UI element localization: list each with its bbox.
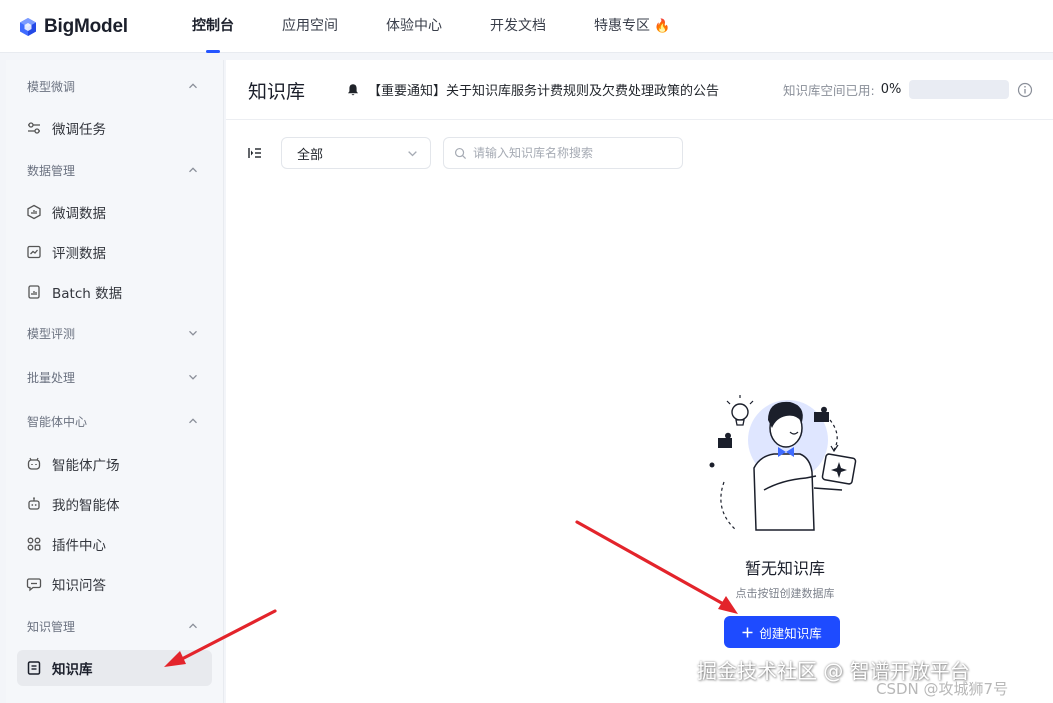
nav-special-offers-label: 特惠专区 — [594, 18, 650, 34]
storage-usage-label: 知识库空间已用: — [783, 83, 875, 98]
sidebar-section-label: 智能体中心 — [27, 414, 88, 429]
nav-console-label: 控制台 — [192, 18, 234, 34]
sidebar-section-knowledge-management[interactable]: 知识管理 — [6, 608, 224, 644]
robot-face-icon — [27, 457, 41, 470]
top-bar: BigModel 控制台 应用空间 体验中心 开发文档 特惠专区 🔥 — [0, 0, 1053, 53]
sidebar-item-finetune-data[interactable]: 微调数据 — [17, 194, 212, 230]
sliders-icon — [28, 122, 40, 134]
sidebar-item-plugin-center[interactable]: 插件中心 — [17, 526, 212, 562]
sidebar-item-batch-data[interactable]: Batch 数据 — [17, 274, 212, 310]
sidebar-item-label: 微调任务 — [52, 122, 106, 138]
robot-icon — [28, 497, 40, 510]
sidebar-section-label: 模型微调 — [27, 79, 76, 94]
bell-icon — [348, 83, 358, 95]
watermark-csdn: CSDN @攻城狮7号 — [876, 680, 1009, 698]
nav-experience-center-label: 体验中心 — [386, 18, 442, 34]
nav-special-offers[interactable]: 特惠专区 🔥 — [580, 0, 684, 53]
document-stack-icon — [28, 285, 40, 299]
nav-console[interactable]: 控制台 — [178, 0, 248, 53]
brand-name: BigModel — [44, 16, 128, 37]
sidebar-item-label: 微调数据 — [52, 206, 106, 222]
category-select-value: 全部 — [297, 147, 324, 163]
sidebar-item-knowledge-base[interactable]: 知识库 — [17, 650, 212, 686]
line-chart-icon — [27, 245, 41, 259]
nav-experience-center[interactable]: 体验中心 — [372, 0, 456, 53]
sidebar-item-eval-data[interactable]: 评测数据 — [17, 234, 212, 270]
sidebar-section-batch-processing[interactable]: 批量处理 — [6, 359, 224, 395]
chevron-up-icon — [189, 623, 197, 629]
announcement-text: 【重要通知】关于知识库服务计费规则及欠费处理政策的公告 — [368, 84, 720, 99]
main-content: 知识库 【重要通知】关于知识库服务计费规则及欠费处理政策的公告 知识库空间已用:… — [226, 60, 1053, 703]
sidebar-section-label: 批量处理 — [27, 370, 76, 385]
category-select[interactable]: 全部 — [281, 137, 431, 169]
create-knowledge-base-label: 创建知识库 — [759, 625, 822, 641]
search-box[interactable] — [443, 137, 683, 169]
sidebar-item-label: 插件中心 — [52, 538, 106, 554]
filter-toolbar: 全部 — [226, 137, 1053, 169]
chevron-down-icon — [189, 330, 197, 336]
sidebar-item-label: 知识问答 — [52, 578, 106, 594]
sidebar-item-my-agents[interactable]: 我的智能体 — [17, 486, 212, 522]
search-icon — [454, 147, 467, 159]
empty-state-subtitle: 点击按钮创建数据库 — [735, 587, 835, 600]
top-nav: 控制台 应用空间 体验中心 开发文档 特惠专区 🔥 — [178, 0, 704, 53]
fire-icon: 🔥 — [654, 19, 671, 34]
sidebar-item-agent-square[interactable]: 智能体广场 — [17, 446, 212, 482]
storage-usage-percent: 0% — [880, 82, 902, 97]
chevron-down-icon — [189, 374, 197, 380]
nav-dev-docs[interactable]: 开发文档 — [476, 0, 560, 53]
sidebar-item-finetune-tasks[interactable]: 微调任务 — [17, 110, 212, 146]
nav-app-space[interactable]: 应用空间 — [268, 0, 352, 53]
chevron-up-icon — [189, 167, 197, 173]
create-knowledge-base-button[interactable]: 创建知识库 — [724, 616, 840, 648]
sidebar-section-data-management[interactable]: 数据管理 — [6, 152, 224, 188]
sidebar-section-model-finetune[interactable]: 模型微调 — [6, 68, 224, 104]
storage-usage: 知识库空间已用: 0% — [783, 80, 1033, 99]
sidebar-section-model-eval[interactable]: 模型评测 — [6, 315, 224, 351]
page-header: 知识库 【重要通知】关于知识库服务计费规则及欠费处理政策的公告 知识库空间已用:… — [226, 60, 1053, 120]
sidebar-item-knowledge-qa[interactable]: 知识问答 — [17, 566, 212, 602]
sidebar-section-label: 数据管理 — [27, 163, 76, 178]
chevron-up-icon — [189, 83, 197, 89]
chevron-down-icon — [408, 150, 417, 156]
sidebar-item-label: Batch 数据 — [52, 286, 123, 302]
grid-plugin-icon — [27, 537, 41, 551]
sidebar-section-label: 模型评测 — [27, 326, 76, 341]
page-title: 知识库 — [248, 81, 306, 103]
sidebar: 模型微调 微调任务 数据管理 微调数据 评测数据 Batch 数据 模型评测 批… — [6, 60, 224, 703]
info-icon[interactable] — [1017, 82, 1033, 98]
chat-bubble-icon — [26, 578, 42, 592]
collapse-menu-icon[interactable] — [247, 145, 263, 161]
chevron-up-icon — [189, 418, 197, 424]
empty-state-title: 暂无知识库 — [744, 559, 825, 578]
brand-logo[interactable]: BigModel — [18, 14, 128, 40]
plus-icon — [742, 627, 753, 637]
search-input[interactable] — [473, 146, 673, 160]
book-icon — [27, 661, 41, 675]
sidebar-item-label: 智能体广场 — [52, 458, 120, 474]
sidebar-item-label: 知识库 — [52, 662, 93, 678]
nav-app-space-label: 应用空间 — [282, 18, 338, 34]
empty-state-illustration — [709, 395, 857, 531]
announcement[interactable]: 【重要通知】关于知识库服务计费规则及欠费处理政策的公告 — [346, 80, 719, 99]
sidebar-section-label: 知识管理 — [27, 619, 76, 634]
nav-dev-docs-label: 开发文档 — [490, 18, 546, 34]
sidebar-item-label: 我的智能体 — [52, 498, 120, 514]
sidebar-section-agent-center[interactable]: 智能体中心 — [6, 403, 224, 439]
bigmodel-logo-icon — [20, 18, 36, 36]
sidebar-item-label: 评测数据 — [52, 246, 106, 262]
storage-usage-bar — [909, 80, 1010, 99]
hexagon-chart-icon — [27, 204, 41, 220]
